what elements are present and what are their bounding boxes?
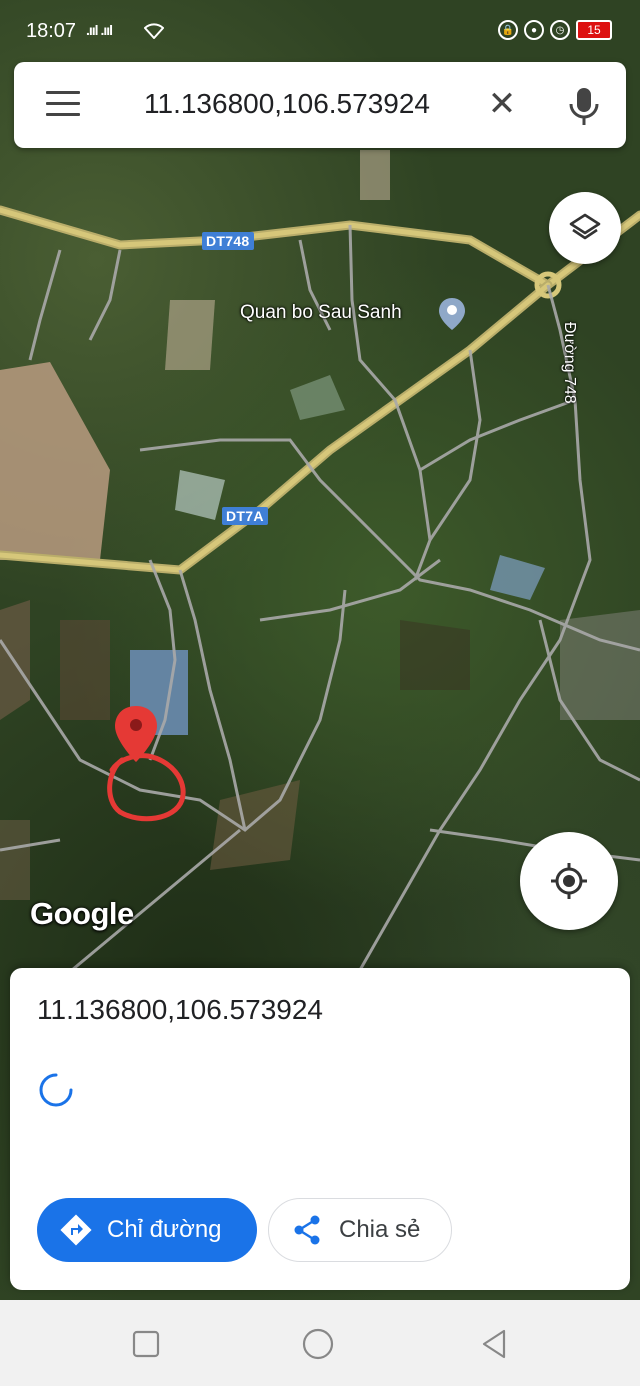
recents-button[interactable] (130, 1328, 162, 1360)
crosshair-icon (551, 863, 587, 899)
search-bar[interactable]: 11.136800,106.573924 ✕ (14, 62, 626, 148)
directions-label: Chỉ đường (107, 1216, 222, 1243)
my-location-button[interactable] (520, 832, 618, 930)
loading-spinner-icon (39, 1073, 73, 1107)
lock-icon: 🔒 (498, 20, 518, 40)
menu-icon[interactable] (46, 91, 80, 119)
close-icon[interactable]: ✕ (480, 82, 524, 126)
place-label[interactable]: Quan bo Sau Sanh (240, 302, 402, 324)
place-sheet[interactable]: 11.136800,106.573924 Chỉ đường Chia sẻ (10, 968, 630, 1290)
place-pin-icon (439, 298, 465, 330)
alarm-icon: ◷ (550, 20, 570, 40)
share-button[interactable]: Chia sẻ (268, 1198, 452, 1262)
back-button[interactable] (478, 1328, 510, 1360)
signal-icon: .ııl .ııl (86, 22, 113, 38)
mic-icon[interactable] (566, 84, 602, 128)
road-label-dt7a: DT7A (222, 507, 268, 525)
share-icon (294, 1215, 320, 1245)
battery-level: 15 (587, 23, 601, 37)
home-button[interactable] (302, 1328, 334, 1360)
wifi-icon (144, 23, 164, 39)
sheet-title: 11.136800,106.573924 (37, 994, 323, 1025)
vertical-road-name: Đường 748 (561, 322, 578, 404)
status-time: 18:07 (26, 20, 77, 42)
location-status-icon: ● (524, 20, 544, 40)
share-label: Chia sẻ (339, 1216, 421, 1243)
search-input[interactable]: 11.136800,106.573924 (144, 88, 430, 120)
status-bar: 18:07 .ııl .ııl 🔒 ● ◷ 15 (0, 0, 640, 64)
system-nav-bar (0, 1300, 640, 1386)
layers-button[interactable] (549, 192, 621, 264)
battery-icon: 15 (576, 20, 612, 40)
google-logo: Google (30, 896, 134, 931)
layers-icon (569, 213, 601, 240)
road-label-dt748: DT748 (202, 232, 254, 250)
status-icons: 🔒 ● ◷ 15 (498, 20, 612, 40)
location-pin-icon (115, 706, 157, 762)
directions-button[interactable]: Chỉ đường (37, 1198, 257, 1262)
directions-icon (60, 1214, 92, 1246)
